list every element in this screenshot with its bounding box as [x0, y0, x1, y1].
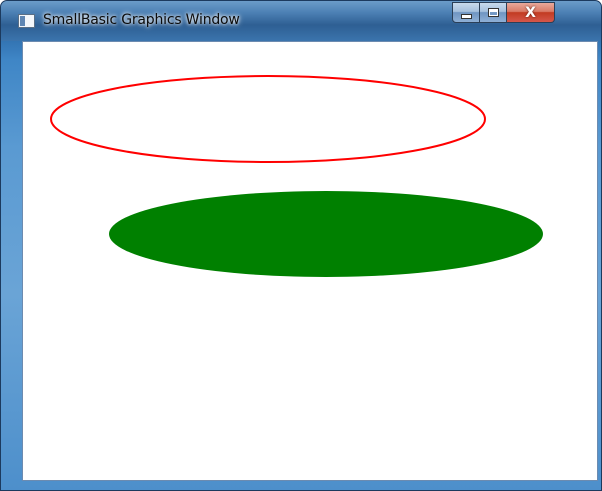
minimize-button[interactable] — [452, 2, 480, 23]
close-icon: X — [525, 4, 536, 21]
window-title: SmallBasic Graphics Window — [43, 12, 240, 28]
title-bar[interactable]: SmallBasic Graphics Window X — [1, 1, 601, 41]
green-filled-ellipse — [109, 191, 543, 277]
minimize-icon — [460, 14, 472, 19]
caption-buttons: X — [452, 2, 555, 23]
maximize-button[interactable] — [480, 2, 507, 23]
app-icon[interactable] — [18, 14, 35, 28]
close-button[interactable]: X — [507, 2, 555, 23]
graphics-canvas[interactable] — [22, 41, 598, 481]
red-outline-ellipse — [50, 75, 486, 163]
canvas-drawing — [50, 75, 543, 277]
maximize-icon — [487, 8, 499, 17]
graphics-window: SmallBasic Graphics Window X — [0, 0, 602, 491]
